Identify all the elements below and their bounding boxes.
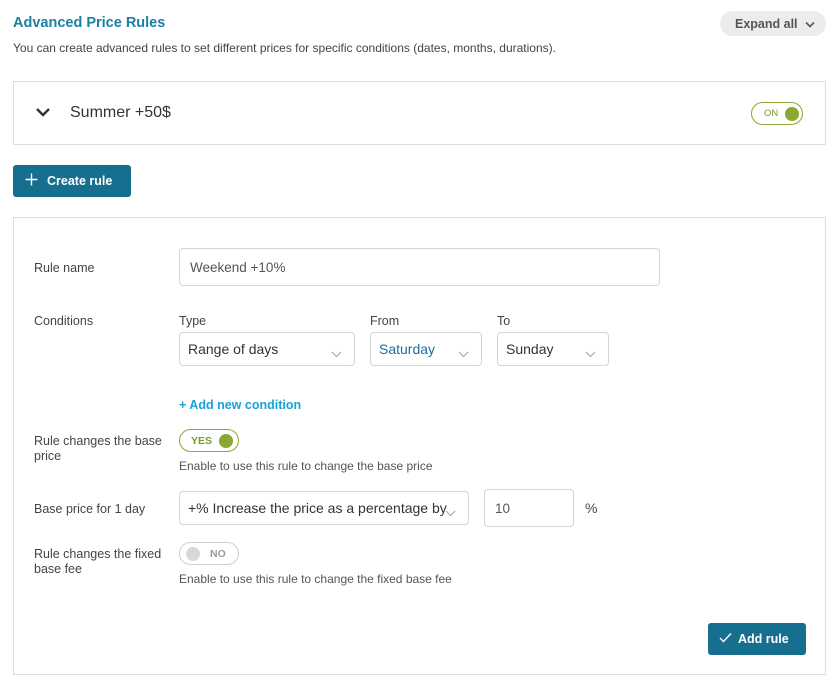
page-subtitle: You can create advanced rules to set dif… xyxy=(13,41,556,55)
from-value: Saturday xyxy=(379,341,436,357)
chevron-down-icon xyxy=(331,345,342,361)
conditions-label: Conditions xyxy=(34,314,94,328)
base-price-help: Enable to use this rule to change the ba… xyxy=(179,459,433,473)
chevron-down-icon xyxy=(585,345,596,361)
chevron-down-icon xyxy=(445,504,456,520)
price-amount-value: 10 xyxy=(495,500,511,516)
from-label: From xyxy=(370,314,400,328)
add-rule-label: Add rule xyxy=(738,632,789,646)
toggle-knob xyxy=(186,546,200,561)
base-price-toggle-label: Rule changes the base price xyxy=(34,434,162,463)
add-condition-link[interactable]: + Add new condition xyxy=(179,398,301,412)
rule-active-toggle[interactable]: ON xyxy=(751,102,803,125)
condition-type-value: Range of days xyxy=(188,341,279,357)
expand-all-label: Expand all xyxy=(735,16,798,31)
add-rule-button[interactable]: Add rule xyxy=(708,623,806,655)
rule-title: Summer +50$ xyxy=(70,104,171,121)
rule-card-summer: Summer +50$ ON xyxy=(13,81,826,145)
to-select[interactable]: Sunday xyxy=(497,332,609,366)
rule-name-input[interactable]: Weekend +10% xyxy=(179,248,660,286)
check-icon xyxy=(719,632,732,646)
price-amount-input[interactable]: 10 xyxy=(484,489,574,527)
toggle-label: ON xyxy=(764,108,779,119)
price-mode-select[interactable]: +% Increase the price as a percentage by xyxy=(179,491,469,525)
chevron-down-icon[interactable] xyxy=(35,105,51,123)
page-title: Advanced Price Rules xyxy=(13,15,166,31)
chevron-down-icon xyxy=(458,345,469,361)
price-mode-value: +% Increase the price as a percentage by xyxy=(188,500,447,516)
rule-name-value: Weekend +10% xyxy=(190,259,286,275)
new-rule-form: Rule name Weekend +10% Conditions Type R… xyxy=(13,217,826,675)
chevron-down-icon xyxy=(804,17,815,31)
create-rule-button[interactable]: Create rule xyxy=(13,165,131,197)
plus-icon xyxy=(25,173,38,189)
to-label: To xyxy=(497,314,511,328)
fixed-fee-toggle[interactable]: NO xyxy=(179,542,239,565)
condition-type-select[interactable]: Range of days xyxy=(179,332,355,366)
expand-all-button[interactable]: Expand all xyxy=(720,11,826,36)
percent-symbol: % xyxy=(585,500,598,516)
base-price-day-label: Base price for 1 day xyxy=(34,502,146,516)
toggle-label: NO xyxy=(210,548,226,560)
to-value: Sunday xyxy=(506,341,554,357)
rule-name-label: Rule name xyxy=(34,261,95,275)
fixed-fee-toggle-label: Rule changes the fixed base fee xyxy=(34,547,162,576)
from-select[interactable]: Saturday xyxy=(370,332,482,366)
base-price-toggle[interactable]: YES xyxy=(179,429,239,452)
type-label: Type xyxy=(179,314,207,328)
create-rule-label: Create rule xyxy=(47,174,113,188)
toggle-knob xyxy=(785,106,799,121)
fixed-fee-help: Enable to use this rule to change the fi… xyxy=(179,572,452,586)
toggle-knob xyxy=(219,433,233,448)
toggle-label: YES xyxy=(191,435,213,447)
